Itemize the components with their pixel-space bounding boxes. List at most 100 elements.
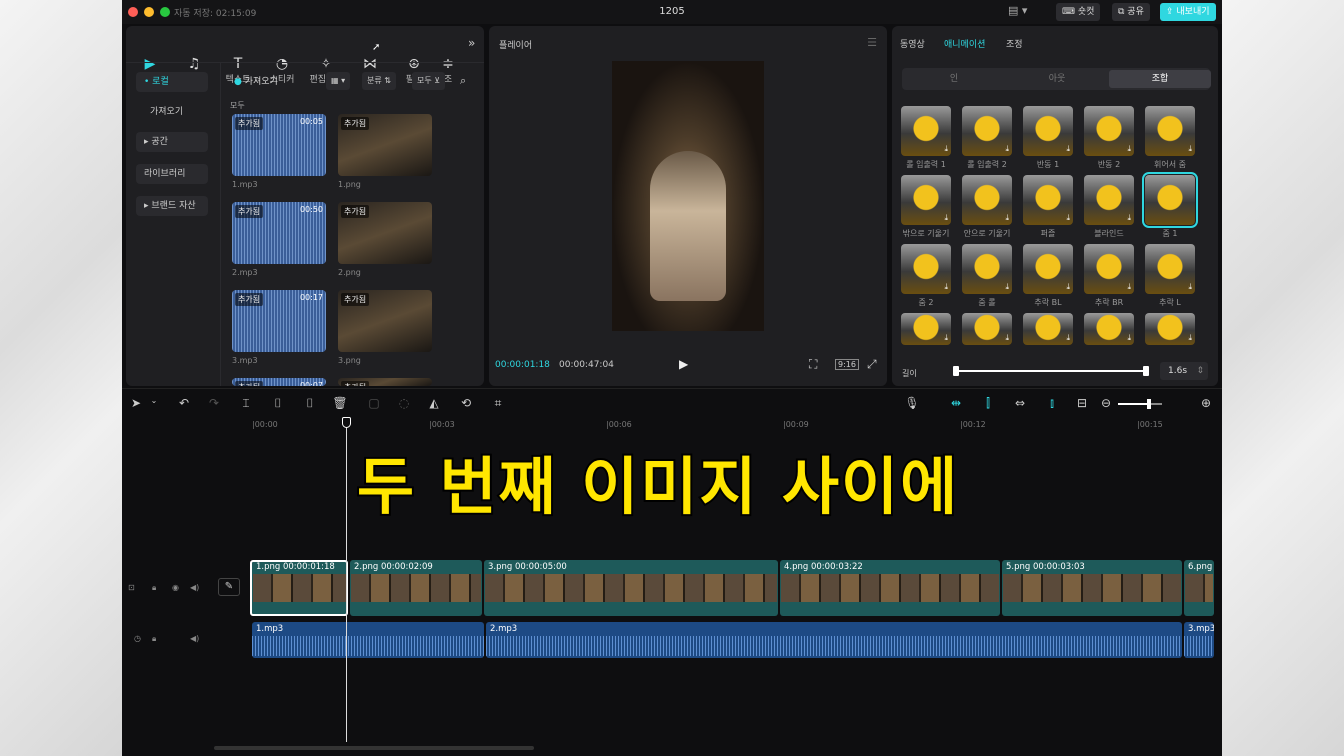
- zoom-out-icon[interactable]: ⊖: [1098, 396, 1114, 410]
- sidebar-item-3[interactable]: ▸ 공간: [136, 132, 208, 152]
- zoom-slider-handle[interactable]: [1146, 399, 1151, 409]
- effect-thumbnail[interactable]: ⤓: [1023, 244, 1073, 294]
- inspector-tab-1[interactable]: 동영상: [900, 37, 925, 50]
- effect-thumbnail[interactable]: ⤓: [1084, 313, 1134, 345]
- inspector-tab-3[interactable]: 조정: [1006, 37, 1023, 50]
- sidebar-item-2[interactable]: 가져오기: [136, 102, 208, 122]
- split-icon[interactable]: ⌶: [238, 396, 254, 411]
- zoom-slider[interactable]: [1118, 399, 1162, 409]
- effect-thumbnail[interactable]: ⤓: [1145, 106, 1195, 156]
- timeline-clip[interactable]: 3.png 00:00:05:00: [484, 560, 778, 616]
- layout-icon[interactable]: ▤ ▾: [1008, 4, 1027, 17]
- lock-icon[interactable]: 🔒︎: [152, 583, 156, 593]
- effect-thumbnail[interactable]: ⤓: [1023, 313, 1073, 345]
- fit-screen-icon[interactable]: ⛶: [809, 357, 817, 372]
- view-toggle[interactable]: ▦ ▾: [326, 72, 351, 90]
- playhead-line[interactable]: [346, 424, 347, 742]
- select-tool-icon[interactable]: ➤: [128, 396, 144, 410]
- play-icon[interactable]: ▶: [679, 357, 688, 371]
- effect-thumbnail[interactable]: ⤓: [1145, 244, 1195, 294]
- eye-icon[interactable]: ◉: [172, 583, 179, 592]
- timeline-clip[interactable]: 2.png 00:00:02:09: [350, 560, 482, 616]
- import-button[interactable]: ● 가져오기: [234, 74, 278, 87]
- timeline-clip[interactable]: 5.png 00:00:03:03: [1002, 560, 1182, 616]
- animation-subtab-3[interactable]: 조합: [1109, 70, 1211, 88]
- effect-thumbnail[interactable]: ⤓: [901, 175, 951, 225]
- delete-icon[interactable]: 🗑: [332, 396, 348, 410]
- timeline-clip[interactable]: 6.png: [1184, 560, 1214, 616]
- edit-cover-icon[interactable]: ✎: [218, 578, 240, 596]
- media-thumbnail[interactable]: 추가됨 00:50: [232, 202, 326, 264]
- media-thumbnail[interactable]: 추가됨: [338, 202, 432, 264]
- aspect-ratio-button[interactable]: 9:16: [835, 359, 859, 370]
- effect-thumbnail[interactable]: ⤓: [1084, 175, 1134, 225]
- timeline-scrollbar[interactable]: [214, 746, 534, 750]
- effect-thumbnail[interactable]: ⤓: [901, 313, 951, 345]
- main-track-magnet-icon[interactable]: ⇹: [948, 396, 964, 410]
- effect-thumbnail[interactable]: ⤓: [901, 244, 951, 294]
- audio-clip[interactable]: 2.mp3: [486, 622, 1182, 658]
- microphone-icon[interactable]: 🎙: [904, 396, 920, 410]
- maximize-window-button[interactable]: [160, 7, 170, 17]
- crop-icon[interactable]: ⌗: [490, 396, 506, 411]
- effect-thumbnail[interactable]: ⤓: [962, 244, 1012, 294]
- search-icon[interactable]: ⌕: [460, 74, 466, 88]
- close-window-button[interactable]: [128, 7, 138, 17]
- effect-thumbnail[interactable]: ⤓: [962, 175, 1012, 225]
- slider-end-handle[interactable]: [1143, 366, 1149, 376]
- lock-icon[interactable]: 🔒︎: [152, 634, 156, 644]
- media-thumbnail[interactable]: 추가됨 00:07: [232, 378, 326, 386]
- track-cover-icon[interactable]: ⊡: [128, 583, 135, 592]
- shortcut-button[interactable]: ⌨ 숏컷: [1056, 3, 1101, 21]
- speaker-icon[interactable]: ◀︎): [190, 583, 199, 592]
- media-thumbnail[interactable]: 추가됨: [338, 290, 432, 352]
- duration-input[interactable]: 1.6s ⇕: [1160, 362, 1208, 380]
- reverse-icon[interactable]: ◌: [396, 396, 412, 410]
- effect-thumbnail[interactable]: ⤓: [962, 313, 1012, 345]
- minimize-window-button[interactable]: [144, 7, 154, 17]
- effect-thumbnail[interactable]: ⤓: [901, 106, 951, 156]
- auto-snap-icon[interactable]: ⫿: [980, 396, 996, 411]
- undo-icon[interactable]: ↶: [176, 396, 192, 410]
- zoom-in-icon[interactable]: ⊕: [1198, 396, 1214, 410]
- playhead-handle[interactable]: [342, 417, 351, 428]
- preview-axis-icon[interactable]: ⫾: [1044, 396, 1060, 411]
- mirror-icon[interactable]: ◭: [426, 396, 442, 410]
- media-thumbnail[interactable]: 추가됨: [338, 378, 432, 386]
- caption-icon[interactable]: ⊟: [1074, 396, 1090, 410]
- freeze-icon[interactable]: ▢: [366, 396, 382, 410]
- media-thumbnail[interactable]: 추가됨 00:17: [232, 290, 326, 352]
- audio-clip[interactable]: 3.mp3: [1184, 622, 1214, 658]
- effect-thumbnail[interactable]: ⤓: [1145, 313, 1195, 345]
- link-icon[interactable]: ⇔: [1012, 396, 1028, 410]
- timeline-clip[interactable]: 4.png 00:00:03:22: [780, 560, 1000, 616]
- media-thumbnail[interactable]: 추가됨: [338, 114, 432, 176]
- share-button[interactable]: ⧉ 공유: [1112, 3, 1150, 21]
- effect-thumbnail[interactable]: ⤓: [962, 106, 1012, 156]
- redo-icon[interactable]: ↷: [206, 396, 222, 410]
- speaker-icon[interactable]: ◀︎): [190, 634, 199, 643]
- effect-thumbnail[interactable]: ⤓: [1023, 106, 1073, 156]
- slider-start-handle[interactable]: [953, 366, 959, 376]
- animation-subtab-1[interactable]: 인: [903, 70, 1005, 88]
- media-thumbnail[interactable]: 추가됨 00:05: [232, 114, 326, 176]
- menu-icon[interactable]: ☰: [867, 36, 877, 49]
- more-tabs-icon[interactable]: »: [468, 36, 475, 50]
- sidebar-item-4[interactable]: 라이브러리: [136, 164, 208, 184]
- sidebar-item-1[interactable]: • 로컬: [136, 72, 208, 92]
- export-button[interactable]: ⇪ 내보내기: [1160, 3, 1216, 21]
- sidebar-item-5[interactable]: ▸ 브랜드 자산: [136, 196, 208, 216]
- selected-clip-outline[interactable]: [250, 560, 348, 616]
- effect-thumbnail[interactable]: [1142, 172, 1198, 228]
- duration-slider[interactable]: [953, 366, 1149, 376]
- effect-thumbnail[interactable]: ⤓: [1084, 244, 1134, 294]
- split-right-icon[interactable]: ⌷: [302, 396, 318, 411]
- sort-button[interactable]: 분류 ⇅: [362, 72, 396, 90]
- split-left-icon[interactable]: ⌷: [270, 396, 286, 411]
- inspector-tab-2[interactable]: 애니메이션: [944, 37, 985, 50]
- filter-button[interactable]: 모두 ⊻: [412, 72, 446, 90]
- chevron-down-icon[interactable]: ⌄: [146, 396, 162, 405]
- animation-subtab-2[interactable]: 아웃: [1006, 70, 1108, 88]
- effect-thumbnail[interactable]: ⤓: [1023, 175, 1073, 225]
- rotate-icon[interactable]: ⟲: [458, 396, 474, 410]
